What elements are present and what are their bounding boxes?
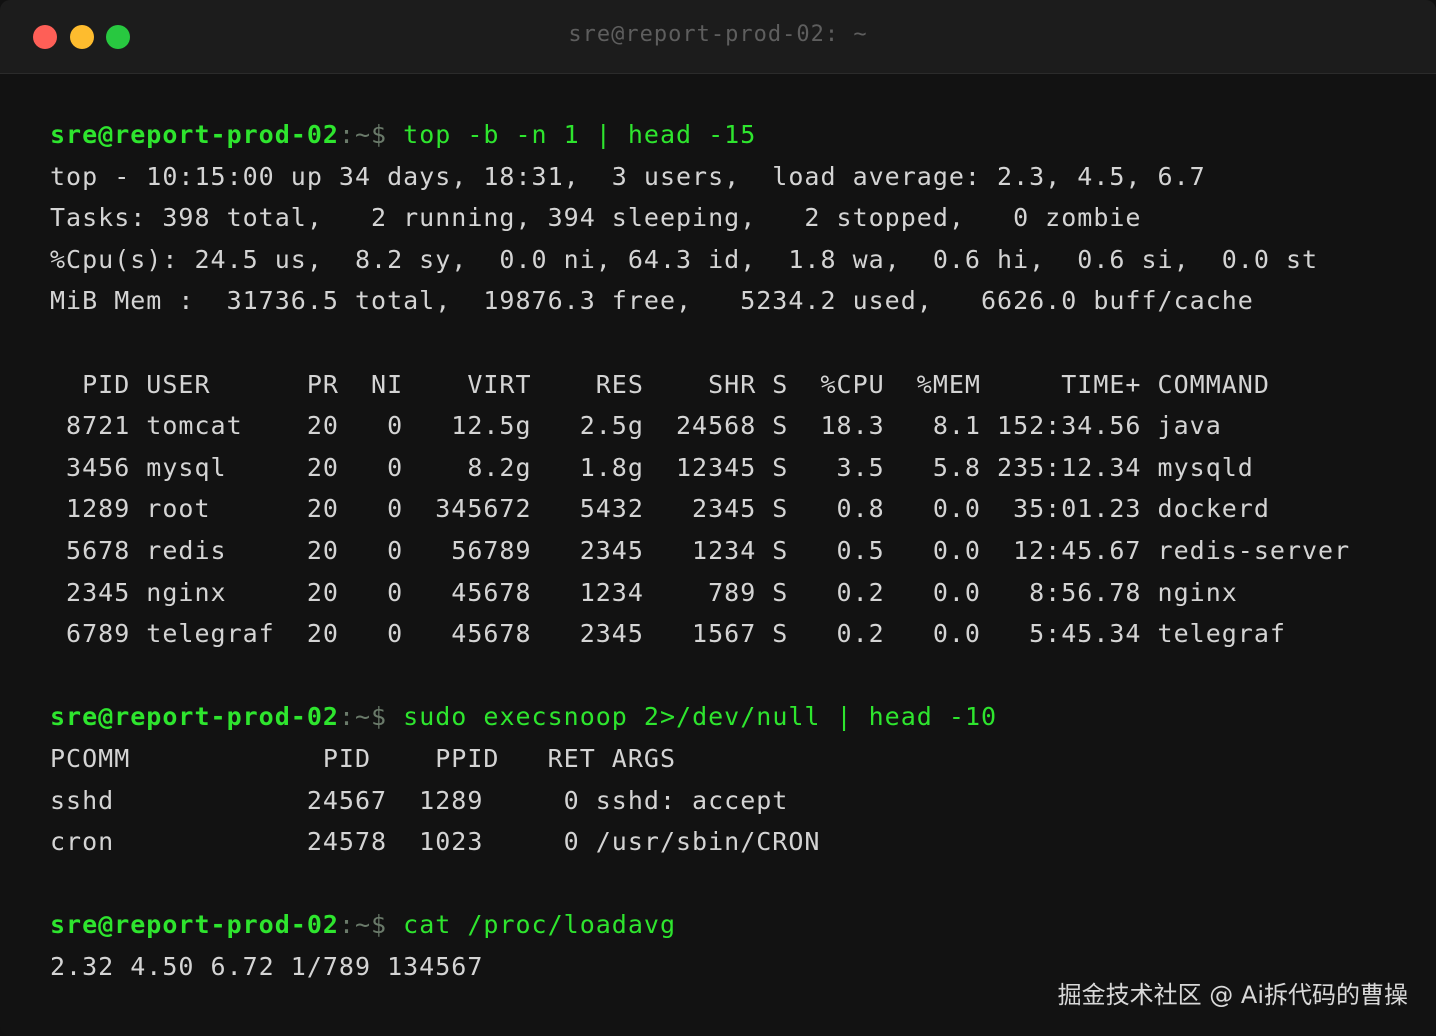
prompt-path: :~$ <box>338 120 388 149</box>
execsnoop-row: cron 24578 1023 0 /usr/sbin/CRON <box>50 827 821 857</box>
execsnoop-header: PCOMM PID PPID RET ARGS <box>50 743 676 773</box>
process-row: 1289 root 20 0 345672 5432 2345 S 0.8 0.… <box>50 494 1270 524</box>
output-line: MiB Mem : 31736.5 total, 19876.3 free, 5… <box>50 286 1254 316</box>
prompt-user-host: sre@report-prod-02 <box>50 120 339 149</box>
process-table-header: PID USER PR NI VIRT RES SHR S %CPU %MEM … <box>50 369 1270 399</box>
command-text: cat /proc/loadavg <box>387 910 677 940</box>
process-row: 5678 redis 20 0 56789 2345 1234 S 0.5 0.… <box>50 535 1351 565</box>
terminal-output[interactable]: sre@report-prod-02:~$ top -b -n 1 | head… <box>50 114 1420 987</box>
process-row: 8721 tomcat 20 0 12.5g 2.5g 24568 S 18.3… <box>50 411 1222 441</box>
output-line: %Cpu(s): 24.5 us, 8.2 sy, 0.0 ni, 64.3 i… <box>50 244 1319 274</box>
watermark: 掘金技术社区 @ Ai拆代码的曹操 <box>1057 981 1408 1009</box>
process-row: 6789 telegraf 20 0 45678 2345 1567 S 0.2… <box>50 619 1286 649</box>
window-title: sre@report-prod-02: ~ <box>568 22 868 47</box>
prompt-line: sre@report-prod-02:~$ sudo execsnoop 2>/… <box>50 696 1420 738</box>
prompt-user-host: sre@report-prod-02 <box>50 910 339 940</box>
output-line: top - 10:15:00 up 34 days, 18:31, 3 user… <box>50 161 1206 191</box>
command-text: sudo execsnoop 2>/dev/null | head -10 <box>387 702 998 732</box>
terminal-window: sre@report-prod-02: ~ sre@report-prod-02… <box>0 0 1436 1036</box>
execsnoop-row: sshd 24567 1289 0 sshd: accept <box>50 785 789 815</box>
output-line: Tasks: 398 total, 2 running, 394 sleepin… <box>50 203 1142 233</box>
prompt-user-host: sre@report-prod-02 <box>50 702 339 732</box>
command-text: top -b -n 1 | head -15 <box>387 120 757 149</box>
prompt-path: :~$ <box>338 910 388 940</box>
prompt-line: sre@report-prod-02:~$ top -b -n 1 | head… <box>50 114 1420 156</box>
prompt-path: :~$ <box>338 702 388 732</box>
title-bar[interactable]: sre@report-prod-02: ~ <box>0 0 1436 74</box>
process-row: 3456 mysql 20 0 8.2g 1.8g 12345 S 3.5 5.… <box>50 452 1254 482</box>
prompt-line: sre@report-prod-02:~$ cat /proc/loadavg <box>50 904 1420 946</box>
process-row: 2345 nginx 20 0 45678 1234 789 S 0.2 0.0… <box>50 577 1238 607</box>
